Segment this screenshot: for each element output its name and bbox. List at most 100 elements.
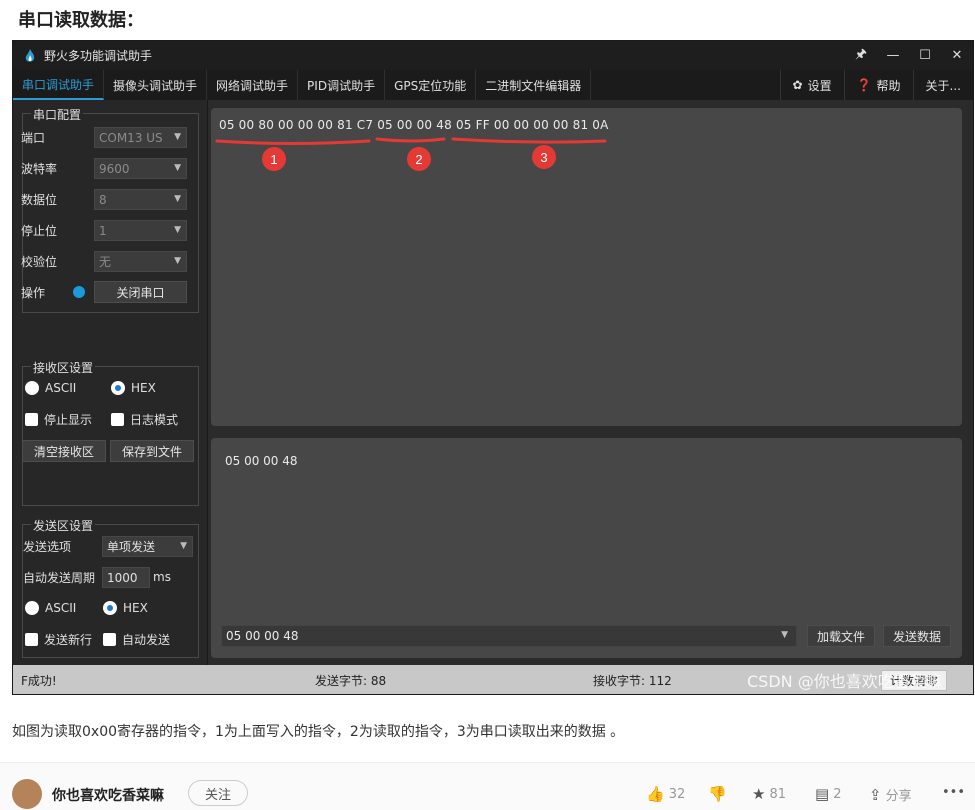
send-newline-checkbox[interactable]: 发送新行 — [25, 628, 92, 650]
radio-off-icon — [25, 381, 39, 395]
recv-hex-radio[interactable]: HEX — [111, 377, 156, 399]
underline-2 — [375, 137, 446, 143]
maximize-button[interactable]: ☐ — [909, 48, 941, 63]
menu-bar: 串口调试助手 摄像头调试助手 网络调试助手 PID调试助手 GPS定位功能 二进… — [13, 70, 973, 100]
csdn-watermark: CSDN @你也喜欢吃香菜嘛 — [747, 672, 942, 691]
app-window: 野火多功能调试助手 🖈 — ☐ ✕ 串口调试助手 摄像头调试助手 网络调试助手 … — [12, 40, 974, 695]
star-icon: ★ — [752, 785, 766, 803]
more-button[interactable]: ••• — [942, 785, 965, 800]
checkbox-icon — [25, 632, 38, 646]
author-name[interactable]: 你也喜欢吃香菜嘛 — [52, 785, 164, 805]
share-icon: ⇪ — [869, 785, 882, 804]
underline-1 — [215, 139, 371, 145]
close-port-button[interactable]: 关闭串口 — [94, 281, 187, 303]
caret-icon: ▼ — [180, 541, 187, 551]
tab-binary-editor[interactable]: 二进制文件编辑器 — [476, 70, 592, 100]
tab-network[interactable]: 网络调试助手 — [207, 70, 299, 100]
comment-button[interactable]: ▤ 2 — [815, 785, 841, 803]
port-select[interactable]: COM13 US ▼ — [94, 127, 187, 148]
title-bar: 野火多功能调试助手 🖈 — ☐ ✕ — [13, 41, 973, 70]
load-file-button[interactable]: 加载文件 — [807, 625, 875, 647]
databits-select[interactable]: 8 ▼ — [94, 189, 187, 210]
recv-ascii-radio[interactable]: ASCII — [25, 377, 76, 399]
stopbits-select[interactable]: 1 ▼ — [94, 220, 187, 241]
checkbox-icon — [111, 412, 124, 426]
tab-serial[interactable]: 串口调试助手 — [13, 70, 105, 100]
about-button[interactable]: 关于... — [912, 70, 973, 100]
article-footer: 你也喜欢吃香菜嘛 关注 👍 32 👎 ★ 81 ▤ 2 ⇪ 分享 ••• — [0, 762, 975, 810]
checkbox-icon — [103, 632, 116, 646]
serial-config-title: 串口配置 — [31, 106, 84, 123]
save-file-button[interactable]: 保存到文件 — [110, 440, 194, 462]
send-area[interactable]: 05 00 00 48 05 00 00 48 ▼ 加载文件 发送数据 — [211, 438, 962, 658]
annotation-overlay: 1 2 3 — [215, 137, 607, 171]
operation-label: 操作 — [21, 285, 46, 300]
share-button[interactable]: ⇪ 分享 — [869, 785, 912, 805]
caret-icon: ▼ — [174, 225, 181, 235]
stopbits-label: 停止位 — [21, 223, 58, 238]
pin-icon[interactable]: 🖈 — [845, 45, 877, 67]
port-status-indicator — [73, 286, 85, 298]
baud-select[interactable]: 9600 ▼ — [94, 158, 187, 179]
left-panel: 串口配置 端口 COM13 US ▼ 波特率 9600 ▼ 数据位 8 ▼ 停止位 1… — [13, 100, 208, 666]
caret-icon: ▼ — [174, 194, 181, 204]
article-heading: 串口读取数据： — [18, 10, 144, 31]
close-button[interactable]: ✕ — [941, 48, 973, 63]
port-label: 端口 — [21, 130, 46, 145]
checkbox-icon — [25, 412, 38, 426]
clear-recv-button[interactable]: 清空接收区 — [22, 440, 106, 462]
recv-settings-title: 接收区设置 — [31, 359, 96, 376]
gear-icon: ✿ — [792, 78, 803, 92]
radio-on-icon — [111, 381, 125, 395]
send-ascii-radio[interactable]: ASCII — [25, 597, 76, 619]
underline-3 — [451, 137, 607, 144]
send-data-button[interactable]: 发送数据 — [883, 625, 951, 647]
marker-1-label: 1 — [270, 152, 277, 167]
send-option-select[interactable]: 单项发送 ▼ — [102, 536, 193, 557]
status-message: F成功! — [21, 674, 57, 688]
like-button[interactable]: 👍 32 — [646, 785, 685, 803]
favorite-button[interactable]: ★ 81 — [752, 785, 786, 803]
thumbs-down-icon: 👎 — [708, 785, 727, 803]
thumbs-up-icon: 👍 — [646, 785, 665, 803]
radio-off-icon — [25, 601, 39, 615]
settings-button[interactable]: ✿ 设置 — [779, 70, 844, 100]
radio-on-icon — [103, 601, 117, 615]
parity-select[interactable]: 无 ▼ — [94, 251, 187, 272]
auto-send-checkbox[interactable]: 自动发送 — [103, 628, 170, 650]
window-title: 野火多功能调试助手 — [44, 49, 153, 63]
dislike-button[interactable]: 👎 — [708, 785, 727, 803]
comment-icon: ▤ — [815, 785, 830, 803]
tab-pid[interactable]: PID调试助手 — [298, 70, 386, 100]
baud-label: 波特率 — [21, 161, 58, 176]
period-input[interactable]: 1000 — [102, 567, 150, 588]
avatar[interactable] — [12, 779, 42, 809]
period-unit: ms — [153, 570, 171, 584]
tab-gps[interactable]: GPS定位功能 — [385, 70, 477, 100]
received-bytes: 接收字节: 112 — [593, 674, 672, 688]
databits-label: 数据位 — [21, 192, 58, 207]
send-settings-title: 发送区设置 — [31, 517, 96, 534]
question-icon: ❓ — [856, 78, 872, 92]
send-option-label: 发送选项 — [23, 539, 72, 554]
marker-2-label: 2 — [415, 152, 422, 167]
parity-label: 校验位 — [21, 254, 58, 269]
log-mode-checkbox[interactable]: 日志模式 — [111, 408, 178, 430]
send-hex-radio[interactable]: HEX — [103, 597, 148, 619]
marker-3-label: 3 — [540, 150, 547, 165]
receive-area[interactable]: 05 00 80 00 00 00 81 C7 05 00 00 48 05 F… — [211, 108, 962, 426]
send-text: 05 00 00 48 — [225, 454, 298, 468]
tab-camera[interactable]: 摄像头调试助手 — [104, 70, 208, 100]
send-history-combo[interactable]: 05 00 00 48 ▼ — [221, 625, 797, 647]
caret-icon: ▼ — [174, 163, 181, 173]
caret-icon: ▼ — [174, 132, 181, 142]
help-button[interactable]: ❓ 帮助 — [843, 70, 913, 100]
sent-bytes: 发送字节: 88 — [315, 674, 387, 688]
caret-icon: ▼ — [174, 256, 181, 266]
stop-display-checkbox[interactable]: 停止显示 — [25, 408, 92, 430]
minimize-button[interactable]: — — [877, 48, 909, 63]
article-caption: 如图为读取0x00寄存器的指令，1为上面写入的指令，2为读取的指令，3为串口读取… — [12, 724, 625, 740]
follow-button[interactable]: 关注 — [188, 780, 248, 806]
caret-icon: ▼ — [781, 630, 788, 640]
flame-logo-icon — [25, 48, 35, 62]
